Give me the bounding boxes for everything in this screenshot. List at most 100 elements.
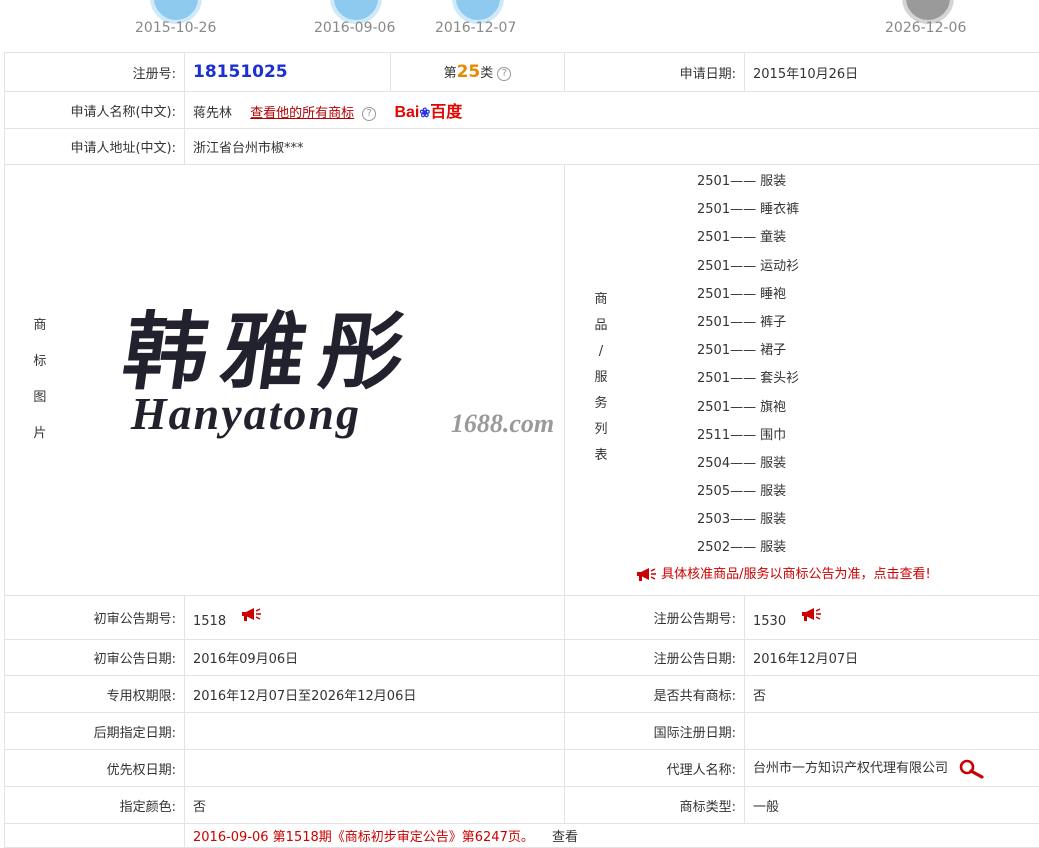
timeline-date-expire: 2026-12-06 — [885, 20, 966, 36]
goods-code: 2502 — [697, 540, 730, 555]
search-icon[interactable] — [958, 759, 986, 779]
goods-item: 2501—— 套头衫 — [697, 365, 1039, 393]
view-all-trademarks-link[interactable]: 查看他的所有商标 — [250, 106, 354, 121]
megaphone-icon[interactable] — [240, 607, 262, 621]
goods-code: 2501 — [697, 371, 730, 386]
image-label-char: 片 — [5, 416, 75, 452]
agent-value: 台州市一方知识产权代理有限公司 — [753, 761, 948, 776]
apply-date-value: 2015年10月26日 — [745, 53, 1039, 92]
paw-icon: ❀ — [419, 105, 430, 120]
image-vertical-label: 商 标 图 片 — [5, 308, 75, 452]
goods-dash: —— — [730, 428, 756, 443]
goods-item: 2501——童装 — [697, 224, 1039, 252]
goods-dash: —— — [730, 456, 756, 471]
reg-no-cell: 18151025 — [185, 53, 391, 92]
prelim-no-cell: 1518 — [185, 596, 565, 640]
exclusive-value: 2016年12月07日至2026年12月06日 — [185, 676, 565, 713]
goods-item: 2501——服装 — [697, 168, 1039, 196]
row-address: 申请人地址(中文): 浙江省台州市椒*** — [5, 129, 1039, 165]
apply-date-label: 申请日期: — [565, 53, 745, 92]
class-suffix: 类 — [480, 66, 493, 81]
goods-item: 2501—— 裤子 — [697, 309, 1039, 337]
shared-label: 是否共有商标: — [565, 676, 745, 713]
applicant-name: 蒋先林 — [193, 106, 232, 121]
goods-code: 2505 — [697, 484, 730, 499]
row-prelim-no: 初审公告期号: 1518 注册公告期号: 1530 — [5, 596, 1039, 640]
intl-label: 国际注册日期: — [565, 713, 745, 750]
watermark-text: 1688.com — [451, 409, 554, 439]
baidu-search-logo[interactable]: Bai❀百度 — [394, 104, 462, 121]
row-color: 指定颜色: 否 商标类型: 一般 — [5, 787, 1039, 824]
goods-dash: —— — [730, 484, 756, 499]
goods-code: 2511 — [697, 428, 730, 443]
goods-label-char: 表 — [565, 443, 637, 469]
reg-no-label: 注册号: — [5, 53, 185, 92]
goods-dash: —— — [730, 371, 756, 386]
applicant-label: 申请人名称(中文): — [5, 92, 185, 129]
goods-list: 2501——服装2501——睡衣裤2501——童装2501——运动衫2501——… — [637, 168, 1039, 563]
goods-label-char: 品 — [565, 313, 637, 339]
applicant-cell: 蒋先林 查看他的所有商标 ? Bai❀百度 — [185, 92, 1039, 129]
reg-pub-no-cell: 1530 — [745, 596, 1039, 640]
color-label: 指定颜色: — [5, 787, 185, 824]
baidu-logo-bai: Bai — [394, 104, 419, 121]
goods-name: 套头衫 — [760, 371, 799, 386]
goods-code: 2501 — [697, 343, 730, 358]
type-value: 一般 — [745, 787, 1039, 824]
exclusive-label: 专用权期限: — [5, 676, 185, 713]
goods-notice-link[interactable]: 具体核准商品/服务以商标公告为准，点击查看! — [635, 563, 1038, 582]
help-icon[interactable]: ? — [497, 67, 511, 81]
trademark-image-cell: 商 标 图 片 韩雅彤 Hanyatong 1688.com — [5, 165, 565, 596]
help-icon[interactable]: ? — [362, 107, 376, 121]
publication-view-link[interactable]: 查看 — [552, 830, 578, 845]
type-label: 商标类型: — [565, 787, 745, 824]
intl-value — [745, 713, 1039, 750]
goods-services-cell: 商 品 / 服 务 列 表 2501——服装2501——睡衣裤2501——童装2… — [565, 165, 1039, 596]
class-cell: 第25类 ? — [391, 53, 565, 92]
row-publication: 2016-09-06 第1518期《商标初步审定公告》第6247页。 查看 — [5, 824, 1039, 848]
goods-dash: —— — [730, 540, 756, 555]
goods-item: 2502——服装 — [697, 534, 1039, 562]
goods-code: 2501 — [697, 174, 730, 189]
row-priority: 优先权日期: 代理人名称: 台州市一方知识产权代理有限公司 — [5, 750, 1039, 787]
reg-pub-date-label: 注册公告日期: — [565, 640, 745, 676]
row-image-goods: 商 标 图 片 韩雅彤 Hanyatong 1688.com 商 品 / 服 — [5, 165, 1039, 596]
goods-item: 2501——旗袍 — [697, 394, 1039, 422]
prelim-no-value: 1518 — [193, 614, 226, 629]
goods-item: 2505——服装 — [697, 478, 1039, 506]
goods-code: 2501 — [697, 230, 730, 245]
goods-name: 裤子 — [760, 315, 786, 330]
later-label: 后期指定日期: — [5, 713, 185, 750]
goods-name: 睡衣裤 — [760, 202, 799, 217]
goods-code: 2501 — [697, 315, 730, 330]
megaphone-icon[interactable] — [800, 607, 822, 621]
goods-item: 2503——服装 — [697, 506, 1039, 534]
goods-item: 2504——服装 — [697, 450, 1039, 478]
goods-name: 服装 — [760, 512, 786, 527]
priority-label: 优先权日期: — [5, 750, 185, 787]
color-value: 否 — [185, 787, 565, 824]
image-label-char: 商 — [5, 308, 75, 344]
image-label-char: 图 — [5, 380, 75, 416]
goods-label-char: / — [565, 339, 637, 365]
prelim-date-value: 2016年09月06日 — [185, 640, 565, 676]
goods-name: 旗袍 — [760, 400, 786, 415]
address-label: 申请人地址(中文): — [5, 129, 185, 165]
agent-cell: 台州市一方知识产权代理有限公司 — [745, 750, 1039, 787]
goods-code: 2501 — [697, 400, 730, 415]
goods-label-char: 商 — [565, 287, 637, 313]
goods-dash: —— — [730, 315, 756, 330]
trademark-english-text: Hanyatong — [131, 387, 361, 440]
address-value: 浙江省台州市椒*** — [185, 129, 1039, 165]
goods-item: 2511——围巾 — [697, 422, 1039, 450]
status-timeline: 2015-10-26 2016-09-06 2016-12-07 2026-12… — [0, 0, 1039, 52]
row-applicant: 申请人名称(中文): 蒋先林 查看他的所有商标 ? Bai❀百度 — [5, 92, 1039, 129]
goods-code: 2501 — [697, 259, 730, 274]
reg-no-value: 18151025 — [193, 62, 288, 82]
publication-label-empty — [5, 824, 185, 848]
prelim-date-label: 初审公告日期: — [5, 640, 185, 676]
agent-label: 代理人名称: — [565, 750, 745, 787]
later-value — [185, 713, 565, 750]
publication-cell: 2016-09-06 第1518期《商标初步审定公告》第6247页。 查看 — [185, 824, 1039, 848]
goods-item: 2501——睡袍 — [697, 281, 1039, 309]
